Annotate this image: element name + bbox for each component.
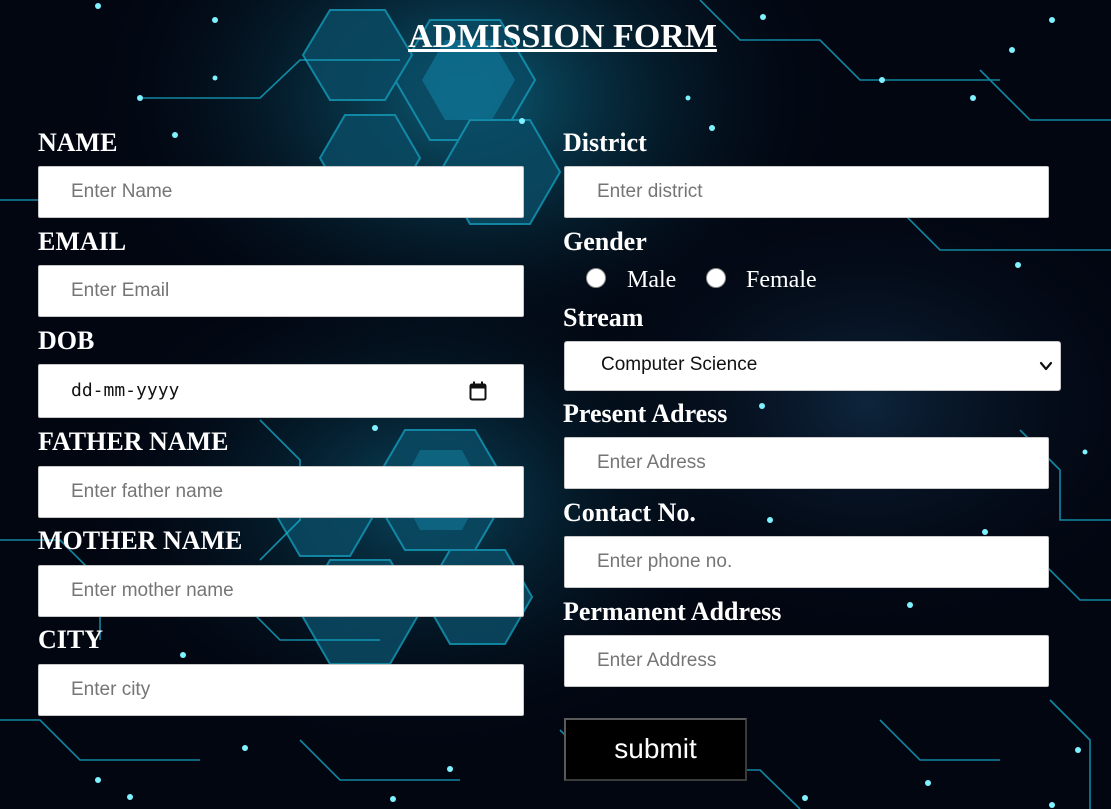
- dob-label: DOB: [38, 326, 95, 355]
- gender-male-label[interactable]: Male: [627, 266, 676, 294]
- gender-female-radio[interactable]: [706, 268, 726, 288]
- permanent-address-input[interactable]: [564, 635, 1049, 687]
- name-input[interactable]: [38, 166, 524, 218]
- email-input[interactable]: [38, 265, 524, 317]
- contact-label: Contact No.: [563, 498, 696, 527]
- father-name-label: FATHER NAME: [38, 427, 229, 456]
- gender-male-radio[interactable]: [586, 268, 606, 288]
- name-label: NAME: [38, 128, 118, 157]
- mother-name-label: MOTHER NAME: [38, 526, 243, 555]
- city-label: CITY: [38, 625, 104, 654]
- calendar-icon[interactable]: [469, 381, 487, 401]
- district-input[interactable]: [564, 166, 1049, 218]
- contact-input[interactable]: [564, 536, 1049, 588]
- stream-label: Stream: [563, 303, 644, 332]
- city-input[interactable]: [38, 664, 524, 716]
- email-label: EMAIL: [38, 227, 127, 256]
- stream-select[interactable]: Computer Science: [564, 341, 1061, 391]
- page-title: ADMISSION FORM: [408, 18, 717, 55]
- present-address-label: Present Adress: [563, 399, 728, 428]
- present-address-input[interactable]: [564, 437, 1049, 489]
- submit-button[interactable]: submit: [564, 718, 747, 781]
- gender-female-label[interactable]: Female: [746, 266, 817, 294]
- stream-selected-value: Computer Science: [601, 354, 758, 375]
- mother-name-input[interactable]: [38, 565, 524, 617]
- dob-value: dd-mm-yyyy: [71, 380, 180, 401]
- dob-date-input[interactable]: dd-mm-yyyy: [38, 364, 524, 418]
- father-name-input[interactable]: [38, 466, 524, 518]
- permanent-address-label: Permanent Address: [563, 597, 782, 626]
- chevron-down-icon: [1039, 361, 1053, 371]
- gender-label: Gender: [563, 227, 647, 256]
- district-label: District: [563, 128, 647, 157]
